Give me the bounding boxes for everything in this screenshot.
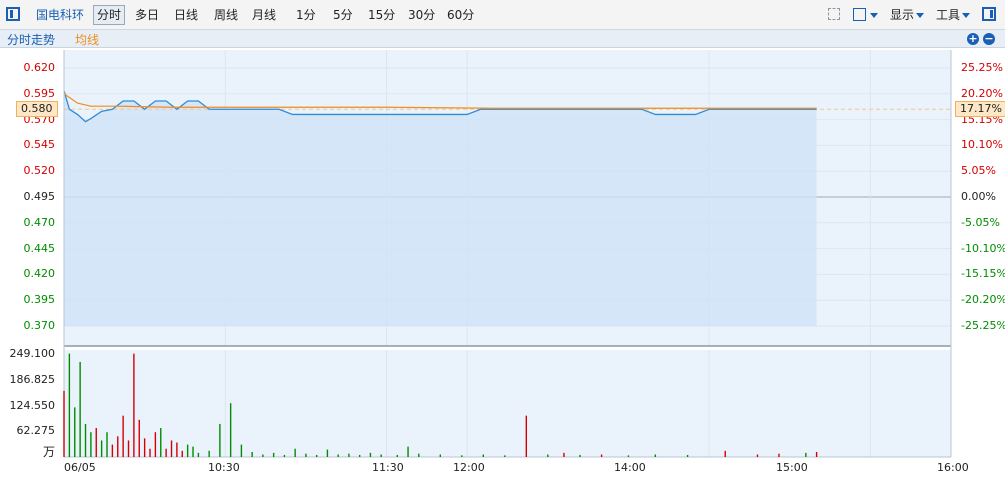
y-tick-label-left: 0.495 xyxy=(23,190,56,203)
y-tick-label-right: 25.25% xyxy=(961,61,1003,74)
volume-tick-label: 186.825 xyxy=(9,372,56,386)
y-tick-label-right: -5.05% xyxy=(961,215,1000,229)
y-tick-label-left: 0.520 xyxy=(23,164,56,178)
x-tick-label: 14:00 xyxy=(614,461,646,474)
price-area xyxy=(64,90,817,326)
y-tick-label-right: -15.15% xyxy=(961,267,1005,281)
x-tick-label: 15:00 xyxy=(776,461,808,474)
current-price-tag: 0.580 xyxy=(16,101,58,117)
y-tick-label-right: 20.20% xyxy=(961,86,1003,100)
y-tick-label-left: 0.370 xyxy=(23,319,56,332)
y-tick-label-right: 5.05% xyxy=(961,164,996,178)
y-tick-label-left: 0.620 xyxy=(23,61,56,74)
volume-unit-label: 万 xyxy=(42,445,55,459)
volume-tick-label: 124.550 xyxy=(9,398,56,412)
y-tick-label-left: 0.445 xyxy=(23,241,56,255)
y-tick-label-left: 0.595 xyxy=(23,86,56,100)
x-tick-label: 10:30 xyxy=(208,461,240,474)
volume-tick-label: 62.275 xyxy=(16,424,56,438)
y-tick-label-left: 0.545 xyxy=(23,138,56,152)
volume-tick-label: 249.100 xyxy=(9,347,56,360)
y-tick-label-right: 10.10% xyxy=(961,138,1003,152)
intraday-chart xyxy=(63,50,952,458)
y-tick-label-left: 0.395 xyxy=(23,293,56,307)
x-tick-label: 16:00 xyxy=(937,461,969,474)
y-tick-label-left: 0.470 xyxy=(23,215,56,229)
y-tick-label-right: 0.00% xyxy=(961,190,996,203)
current-pct-tag: 17.17% xyxy=(955,101,1005,117)
y-tick-label-left: 0.420 xyxy=(23,267,56,281)
x-tick-label: 06/05 xyxy=(64,461,96,474)
y-tick-label-right: -25.25% xyxy=(961,319,1005,332)
y-tick-label-right: -10.10% xyxy=(961,241,1005,255)
y-tick-label-right: -20.20% xyxy=(961,293,1005,307)
volume-panel xyxy=(64,350,951,457)
x-tick-label: 11:30 xyxy=(372,461,404,474)
x-tick-label: 12:00 xyxy=(453,461,485,474)
